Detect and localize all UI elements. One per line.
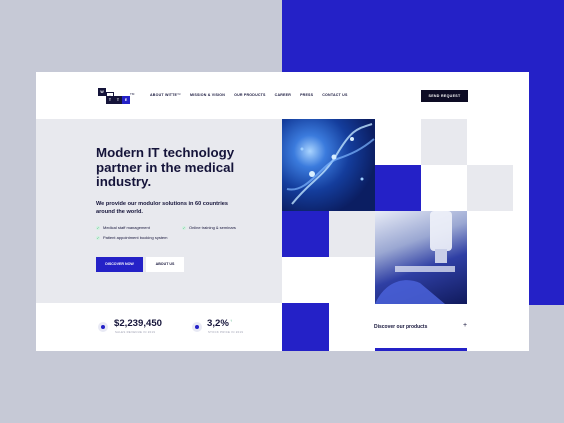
about-us-button[interactable]: ABOUT US (146, 257, 184, 272)
revenue-icon (98, 322, 108, 332)
feature-label: Patient appointment booking system (103, 235, 168, 240)
nav-item-mission[interactable]: MISSION & VISION (190, 93, 225, 97)
logo-trademark: TM (130, 92, 135, 96)
nav-item-products[interactable]: OUR PRODUCTS (234, 93, 266, 97)
nav-item-contact[interactable]: CONTACT US (322, 93, 347, 97)
stock-icon (192, 322, 202, 332)
mosaic-tile (421, 119, 467, 165)
microscope-image (375, 211, 467, 304)
nav-item-career[interactable]: CAREER (275, 93, 291, 97)
stat-stock-value: 3,2% (207, 318, 229, 329)
mosaic-tile (375, 165, 421, 211)
mosaic-tile (282, 303, 329, 351)
check-icon: ✓ (96, 225, 100, 230)
send-request-button[interactable]: SEND REQUEST (421, 90, 468, 102)
hero-subtitle: We provide our modulor solutions in 60 c… (96, 201, 228, 215)
mosaic-tile (329, 211, 375, 257)
mosaic-tile (467, 165, 513, 211)
dna-helix-graphic (286, 123, 375, 205)
discover-now-button[interactable]: DISCOVER NOW (96, 257, 143, 272)
landing-page: W I T T E TM ABOUT WITTE™ MISSION & VISI… (36, 72, 529, 351)
nav-item-about[interactable]: ABOUT WITTE™ (150, 93, 181, 97)
feature-label: Online training & seminars (189, 225, 236, 230)
feature-item: ✓ Medical staff management (96, 225, 150, 230)
logo-letter: E (122, 96, 130, 104)
stat-revenue-value: $2,239,450 (114, 318, 163, 329)
feature-item: ✓ Patient appointment booking system (96, 235, 167, 240)
stat-revenue-label: SALES REVENUE IN 2019 (115, 330, 156, 334)
discover-products-link[interactable]: Discover our products (374, 324, 427, 330)
feature-item: ✓ Online training & seminars (182, 225, 236, 230)
mosaic-tile (282, 211, 329, 257)
stat-stock-label: STOCK PRICE IN 2019 (208, 330, 244, 334)
check-icon: ✓ (96, 235, 100, 240)
logo-letter: T (106, 96, 114, 104)
nav-item-press[interactable]: PRESS (300, 93, 313, 97)
trend-up-icon: ↑ (230, 318, 232, 323)
check-icon: ✓ (182, 225, 186, 230)
logo-letter: W (98, 88, 106, 96)
plus-icon[interactable]: + (463, 322, 467, 329)
products-accent-bar (375, 348, 467, 351)
feature-label: Medical staff management (103, 225, 150, 230)
microscope-graphic (375, 211, 455, 304)
hero-title: Modern IT technology partner in the medi… (96, 145, 235, 189)
logo-letter: T (114, 96, 122, 104)
brand-logo[interactable]: W I T T E TM (98, 88, 134, 104)
main-nav: ABOUT WITTE™ MISSION & VISION OUR PRODUC… (150, 93, 348, 97)
dna-image (282, 119, 375, 211)
